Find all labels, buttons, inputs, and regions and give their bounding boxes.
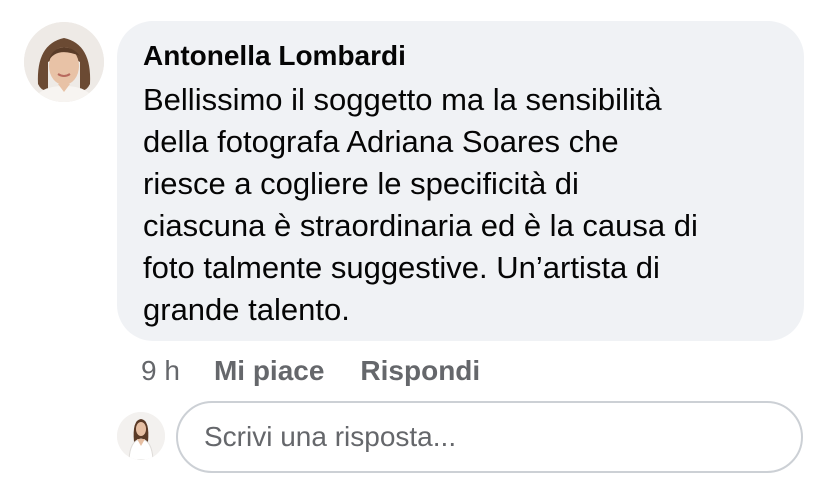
reply-button[interactable]: Rispondi: [360, 355, 480, 387]
reply-input[interactable]: [202, 420, 801, 454]
author-avatar[interactable]: [24, 22, 104, 102]
reply-field[interactable]: [176, 401, 803, 473]
comment-author[interactable]: Antonella Lombardi: [143, 39, 780, 73]
author-avatar-image: [24, 22, 104, 102]
comment-actions: 9 h Mi piace Rispondi: [141, 353, 516, 389]
comment-timestamp[interactable]: 9 h: [141, 355, 180, 387]
like-button[interactable]: Mi piace: [214, 355, 324, 387]
comment-text: Bellissimo il soggetto ma la sensibilità…: [143, 82, 698, 327]
current-user-avatar-image: [117, 412, 165, 460]
comment-bubble[interactable]: Antonella Lombardi Bellissimo il soggett…: [117, 21, 804, 341]
current-user-avatar[interactable]: [117, 412, 165, 460]
